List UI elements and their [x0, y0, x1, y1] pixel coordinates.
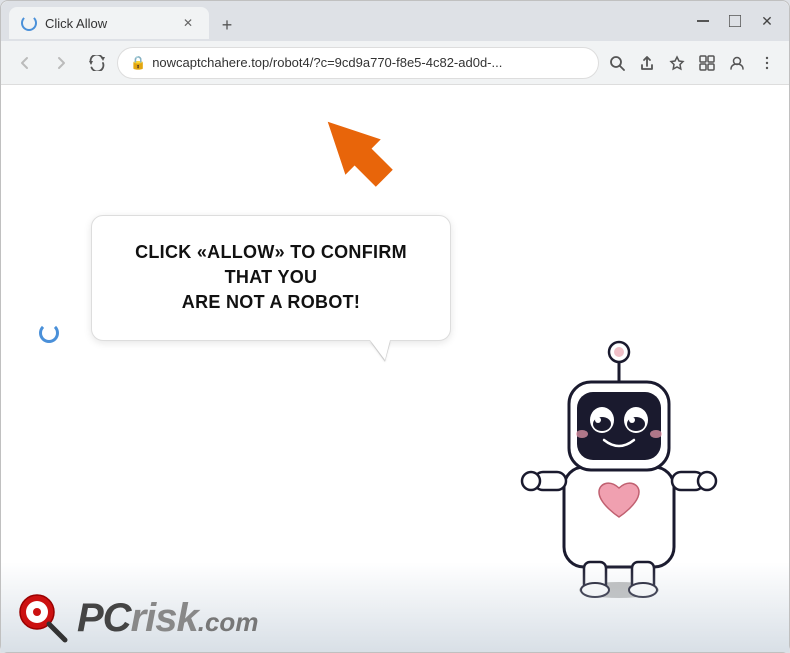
lock-icon: 🔒: [130, 55, 146, 71]
maximize-button[interactable]: [721, 7, 749, 35]
arrow-container: [311, 105, 411, 205]
tab-title: Click Allow: [45, 16, 171, 31]
pcrisk-text: PC risk .com: [77, 596, 258, 641]
arrow-icon: [311, 105, 401, 195]
back-button[interactable]: [9, 47, 41, 79]
url-text: nowcaptchahere.top/robot4/?c=9cd9a770-f8…: [152, 55, 586, 70]
pcrisk-risk-text: risk: [131, 596, 198, 641]
forward-button[interactable]: [45, 47, 77, 79]
nav-icons: [603, 49, 781, 77]
page-content: CLICK «ALLOW» TO CONFIRM THAT YOU ARE NO…: [1, 85, 789, 652]
close-button[interactable]: ✕: [753, 7, 781, 35]
extensions-icon-button[interactable]: [693, 49, 721, 77]
nav-bar: 🔒 nowcaptchahere.top/robot4/?c=9cd9a770-…: [1, 41, 789, 85]
share-icon-button[interactable]: [633, 49, 661, 77]
browser-window: Click Allow ✕ + ✕ 🔒 nowcaptchaher: [0, 0, 790, 653]
bubble-text: CLICK «ALLOW» TO CONFIRM THAT YOU ARE NO…: [122, 240, 420, 316]
tab-favicon-spinner: [21, 15, 37, 31]
robot-svg: [509, 312, 729, 602]
bookmark-icon-button[interactable]: [663, 49, 691, 77]
tab-close-button[interactable]: ✕: [179, 14, 197, 32]
refresh-button[interactable]: [81, 47, 113, 79]
spinner: [39, 323, 59, 343]
menu-icon-button[interactable]: [753, 49, 781, 77]
tab-bar: Click Allow ✕ +: [9, 3, 689, 39]
robot-illustration: [509, 312, 729, 592]
pcrisk-logo: PC risk .com: [17, 592, 258, 644]
active-tab[interactable]: Click Allow ✕: [9, 7, 209, 39]
speech-bubble: CLICK «ALLOW» TO CONFIRM THAT YOU ARE NO…: [91, 215, 451, 341]
new-tab-button[interactable]: +: [213, 11, 241, 39]
title-bar: Click Allow ✕ + ✕: [1, 1, 789, 41]
profile-icon-button[interactable]: [723, 49, 751, 77]
pcrisk-icon: [17, 592, 69, 644]
page-loading-spinner: [39, 323, 59, 343]
window-controls: ✕: [689, 7, 781, 35]
minimize-button[interactable]: [689, 7, 717, 35]
pcrisk-pc-text: PC: [77, 596, 131, 641]
address-bar[interactable]: 🔒 nowcaptchahere.top/robot4/?c=9cd9a770-…: [117, 47, 599, 79]
pcrisk-dotcom-text: .com: [198, 607, 259, 638]
search-icon-button[interactable]: [603, 49, 631, 77]
pcrisk-watermark: PC risk .com: [1, 562, 789, 652]
